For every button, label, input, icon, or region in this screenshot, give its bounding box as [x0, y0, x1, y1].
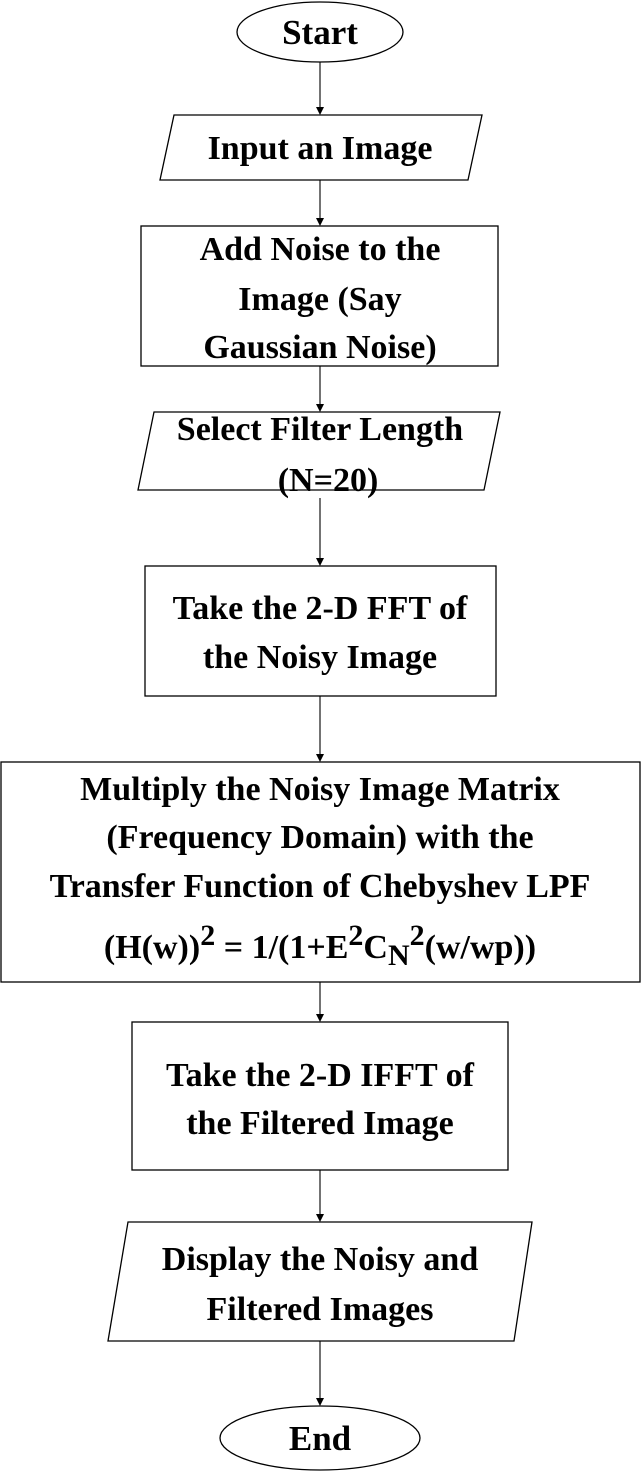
- connector-display-end: [316, 1341, 324, 1406]
- add-noise-line-2: Image (Say: [238, 281, 401, 318]
- display-node: Display the Noisy and Filtered Images: [107, 1221, 533, 1342]
- formula-sup-1: 2: [200, 919, 215, 952]
- formula-sup-3: 2: [410, 919, 425, 952]
- multiply-line-2: (Frequency Domain) with the: [106, 819, 533, 856]
- add-noise-line-1: Add Noise to the: [200, 231, 441, 268]
- connector-input-noise: [316, 180, 324, 226]
- connector-multiply-ifft: [316, 982, 324, 1022]
- flowchart: Start Input an Image Add Noise to the Im…: [0, 1, 641, 1471]
- formula-sub-1: N: [388, 939, 410, 972]
- add-noise-node: Add Noise to the Image (Say Gaussian Noi…: [140, 225, 499, 367]
- fft-node: Take the 2-D FFT of the Noisy Image: [144, 565, 497, 697]
- connector-noise-filter: [316, 366, 324, 412]
- fft-line-1: Take the 2-D FFT of: [173, 590, 468, 627]
- arrowhead: [316, 1014, 324, 1022]
- filter-length-node: Select Filter Length (N=20): [137, 411, 501, 499]
- display-line-2: Filtered Images: [207, 1291, 434, 1328]
- start-terminal: Start: [236, 1, 404, 63]
- ifft-line-2: the Filtered Image: [186, 1105, 454, 1142]
- add-noise-line-3: Gaussian Noise): [203, 329, 436, 366]
- fft-line-2: the Noisy Image: [203, 639, 437, 676]
- formula-part-4: (w/wp)): [425, 929, 536, 966]
- filter-length-line-1: Select Filter Length: [177, 411, 464, 448]
- arrowhead: [316, 1214, 324, 1222]
- connector-ifft-display: [316, 1170, 324, 1222]
- arrowhead: [316, 754, 324, 762]
- connector-fft-multiply: [316, 696, 324, 762]
- input-image-node: Input an Image: [159, 114, 483, 181]
- ifft-line-1: Take the 2-D IFFT of: [166, 1057, 475, 1094]
- formula-part-1: (H(w)): [104, 929, 200, 966]
- ifft-box: [131, 1021, 509, 1171]
- connector-start-input: [316, 62, 324, 115]
- display-line-1: Display the Noisy and: [162, 1241, 479, 1278]
- start-label: Start: [282, 13, 358, 52]
- input-image-label: Input an Image: [208, 130, 433, 167]
- arrowhead: [316, 558, 324, 566]
- end-label: End: [289, 1419, 352, 1458]
- filter-length-line-2: (N=20): [278, 462, 379, 499]
- fft-box: [144, 565, 497, 697]
- multiply-node: Multiply the Noisy Image Matrix (Frequen…: [0, 761, 641, 983]
- formula-part-3: C: [363, 929, 388, 966]
- arrowhead: [316, 218, 324, 226]
- end-terminal: End: [219, 1405, 421, 1471]
- multiply-line-1: Multiply the Noisy Image Matrix: [80, 771, 560, 808]
- connector-filter-fft: [316, 498, 324, 566]
- ifft-node: Take the 2-D IFFT of the Filtered Image: [131, 1021, 509, 1171]
- arrowhead: [316, 107, 324, 115]
- formula-sup-2: 2: [348, 919, 363, 952]
- arrowhead: [316, 1398, 324, 1406]
- formula-part-2: = 1/(1+E: [215, 929, 348, 966]
- multiply-line-3: Transfer Function of Chebyshev LPF: [50, 868, 591, 905]
